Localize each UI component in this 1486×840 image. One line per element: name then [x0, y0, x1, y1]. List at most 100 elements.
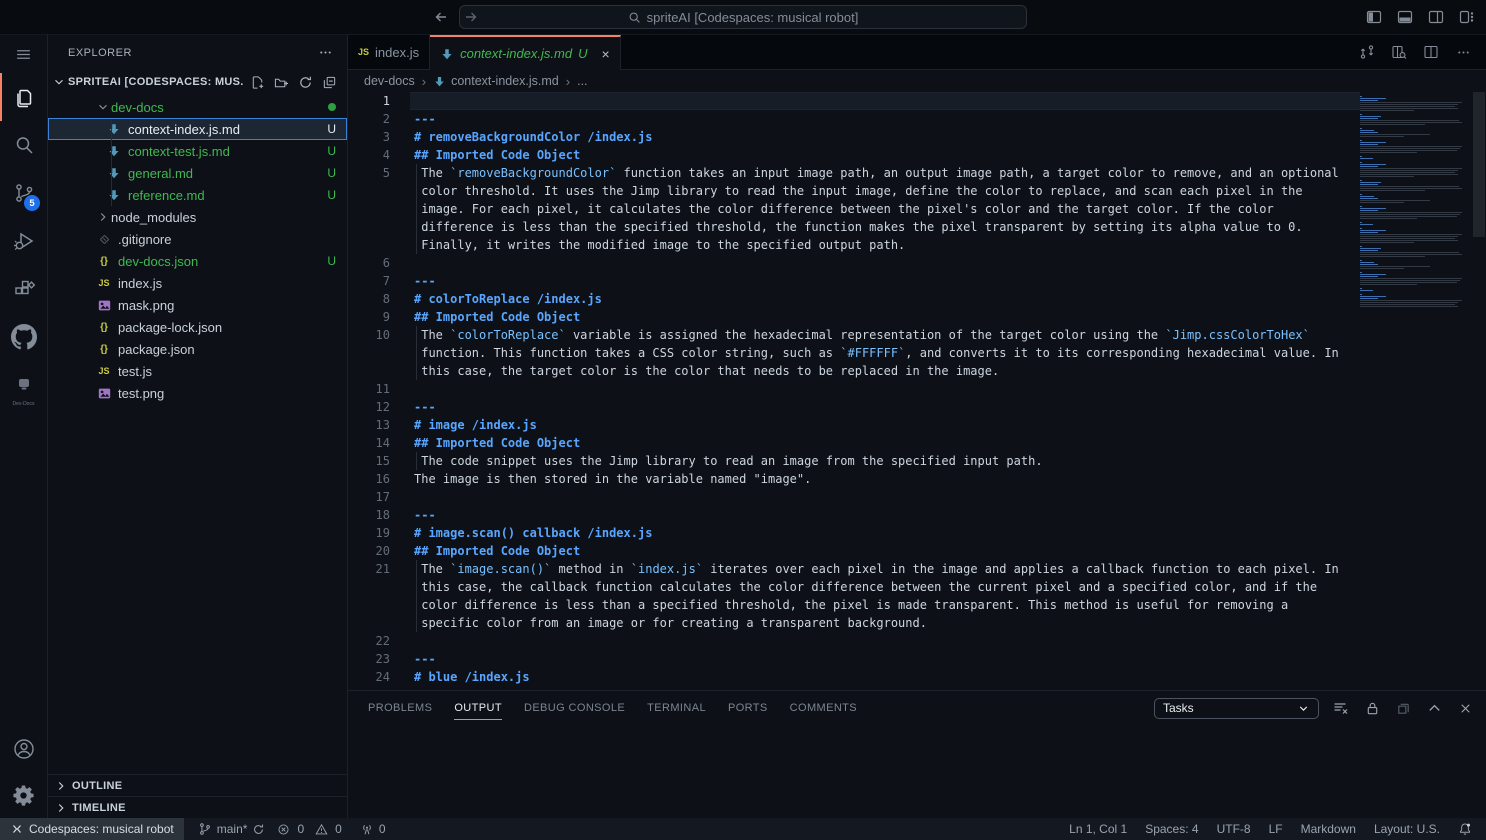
eol[interactable]: LF — [1269, 822, 1283, 836]
file-tree-item-node-modules[interactable]: node_modules — [48, 206, 347, 228]
editor-content[interactable]: 12---3# removeBackgroundColor /index.js4… — [348, 92, 1360, 690]
editor-line[interactable]: color threshold. It uses the Jimp librar… — [348, 182, 1360, 200]
editor-line[interactable]: 16The image is then stored in the variab… — [348, 470, 1360, 488]
editor-line[interactable]: 5 The `removeBackgroundColor` function t… — [348, 164, 1360, 182]
editor-line[interactable]: 14## Imported Code Object — [348, 434, 1360, 452]
editor-line[interactable]: 18--- — [348, 506, 1360, 524]
toggle-sidebar-icon[interactable] — [1365, 8, 1383, 26]
panel-tab-comments[interactable]: COMMENTS — [790, 691, 857, 725]
navigate-back-icon[interactable] — [432, 8, 450, 26]
breadcrumb-file[interactable]: context-index.js.md — [433, 74, 559, 88]
editor-line[interactable]: 10 The `colorToReplace` variable is assi… — [348, 326, 1360, 344]
panel-tab-terminal[interactable]: TERMINAL — [647, 691, 706, 725]
file-tree-item-context-test-js-md[interactable]: context-test.js.mdU — [48, 140, 347, 162]
file-tree-item-index-js[interactable]: JSindex.js — [48, 272, 347, 294]
editor-line[interactable]: 21 The `image.scan()` method in `index.j… — [348, 560, 1360, 578]
open-preview-icon[interactable] — [1390, 43, 1408, 61]
git-branch-item[interactable]: main* — [192, 818, 272, 840]
new-file-icon[interactable] — [249, 74, 265, 90]
scrollbar-slider[interactable] — [1473, 92, 1485, 237]
editor-line[interactable]: image. For each pixel, it calculates the… — [348, 200, 1360, 218]
editor-line[interactable]: 3# removeBackgroundColor /index.js — [348, 128, 1360, 146]
command-center-search[interactable]: spriteAI [Codespaces: musical robot] — [459, 5, 1027, 29]
editor-line[interactable]: this case, the target color is the color… — [348, 362, 1360, 380]
editor-line[interactable]: 24# blue /index.js — [348, 668, 1360, 686]
close-panel-icon[interactable] — [1456, 699, 1474, 717]
problems-item[interactable]: 0 0 — [271, 818, 347, 840]
new-folder-icon[interactable] — [273, 74, 289, 90]
editor-line[interactable]: 1 — [348, 92, 1360, 110]
split-editor-icon[interactable] — [1422, 43, 1440, 61]
activity-extensions[interactable] — [0, 265, 47, 313]
activity-search[interactable] — [0, 121, 47, 169]
editor-line[interactable]: Finally, it writes the modified image to… — [348, 236, 1360, 254]
file-tree-item-test-js[interactable]: JStest.js — [48, 360, 347, 382]
refresh-icon[interactable] — [297, 74, 313, 90]
editor-line[interactable]: 17 — [348, 488, 1360, 506]
editor-line[interactable]: 8# colorToReplace /index.js — [348, 290, 1360, 308]
keyboard-layout[interactable]: Layout: U.S. — [1374, 822, 1440, 836]
file-tree-item--gitignore[interactable]: .gitignore — [48, 228, 347, 250]
toggle-panel-icon[interactable] — [1396, 8, 1414, 26]
activity-explorer[interactable] — [0, 73, 47, 121]
language-mode[interactable]: Markdown — [1301, 822, 1356, 836]
explorer-more-actions-icon[interactable] — [318, 45, 333, 60]
panel-tab-problems[interactable]: PROBLEMS — [368, 691, 432, 725]
compare-changes-icon[interactable] — [1358, 43, 1376, 61]
close-tab-icon[interactable]: × — [601, 47, 609, 61]
file-tree-item-context-index-js-md[interactable]: context-index.js.mdU — [48, 118, 347, 140]
tab-context-index-js-md[interactable]: context-index.js.md U × — [430, 35, 621, 70]
outline-section[interactable]: OUTLINE — [48, 774, 347, 796]
editor-line[interactable]: 4## Imported Code Object — [348, 146, 1360, 164]
editor-line[interactable]: 12--- — [348, 398, 1360, 416]
editor-line[interactable]: 11 — [348, 380, 1360, 398]
open-output-in-editor-icon[interactable] — [1394, 699, 1412, 717]
file-tree-item-general-md[interactable]: general.mdU — [48, 162, 347, 184]
editor-line[interactable]: 7--- — [348, 272, 1360, 290]
activity-run-debug[interactable] — [0, 217, 47, 265]
activity-dev-docs[interactable]: Dev-Docs — [0, 361, 47, 409]
encoding[interactable]: UTF-8 — [1217, 822, 1251, 836]
editor-line[interactable]: 13# image /index.js — [348, 416, 1360, 434]
editor-scrollbar[interactable] — [1472, 92, 1486, 690]
minimap[interactable] — [1360, 92, 1472, 690]
cursor-position[interactable]: Ln 1, Col 1 — [1069, 822, 1127, 836]
ports-item[interactable]: 0 — [354, 818, 392, 840]
collapse-folders-icon[interactable] — [321, 74, 337, 90]
clear-output-icon[interactable] — [1332, 699, 1350, 717]
editor-line[interactable]: specific color from an image or for crea… — [348, 614, 1360, 632]
indentation[interactable]: Spaces: 4 — [1145, 822, 1198, 836]
editor-line[interactable]: difference is less than the specified th… — [348, 218, 1360, 236]
editor-line[interactable]: 20## Imported Code Object — [348, 542, 1360, 560]
file-tree-item-mask-png[interactable]: mask.png — [48, 294, 347, 316]
workspace-section-header[interactable]: SPRITEAI [CODESPACES: MUS... — [48, 70, 347, 94]
file-tree-item-dev-docs-json[interactable]: {}dev-docs.jsonU — [48, 250, 347, 272]
lock-autoscroll-icon[interactable] — [1363, 699, 1381, 717]
editor-line[interactable]: function. This function takes a CSS colo… — [348, 344, 1360, 362]
file-tree-item-dev-docs[interactable]: dev-docs — [48, 96, 347, 118]
breadcrumb-more[interactable]: ... — [577, 74, 587, 88]
file-tree-item-test-png[interactable]: test.png — [48, 382, 347, 404]
remote-indicator[interactable]: Codespaces: musical robot — [0, 818, 184, 840]
tab-index-js[interactable]: JS index.js — [348, 35, 430, 69]
editor-line[interactable]: 15 The code snippet uses the Jimp librar… — [348, 452, 1360, 470]
more-actions-icon[interactable] — [1454, 43, 1472, 61]
editor-line[interactable]: 6 — [348, 254, 1360, 272]
panel-tab-ports[interactable]: PORTS — [728, 691, 768, 725]
maximize-panel-icon[interactable] — [1425, 699, 1443, 717]
customize-layout-icon[interactable] — [1458, 8, 1476, 26]
editor-line[interactable]: 2--- — [348, 110, 1360, 128]
output-channel-select[interactable]: Tasks — [1154, 698, 1319, 719]
file-tree-item-package-json[interactable]: {}package.json — [48, 338, 347, 360]
activity-source-control[interactable]: 5 — [0, 169, 47, 217]
timeline-section[interactable]: TIMELINE — [48, 796, 347, 818]
activity-accounts[interactable] — [0, 726, 47, 772]
editor-line[interactable]: 19# image.scan() callback /index.js — [348, 524, 1360, 542]
editor-line[interactable]: this case, the callback function calcula… — [348, 578, 1360, 596]
activity-settings[interactable] — [0, 772, 47, 818]
file-tree-item-package-lock-json[interactable]: {}package-lock.json — [48, 316, 347, 338]
editor-line[interactable]: 22 — [348, 632, 1360, 650]
toggle-secondary-sidebar-icon[interactable] — [1427, 8, 1445, 26]
panel-tab-debug-console[interactable]: DEBUG CONSOLE — [524, 691, 625, 725]
panel-tab-output[interactable]: OUTPUT — [454, 691, 502, 725]
